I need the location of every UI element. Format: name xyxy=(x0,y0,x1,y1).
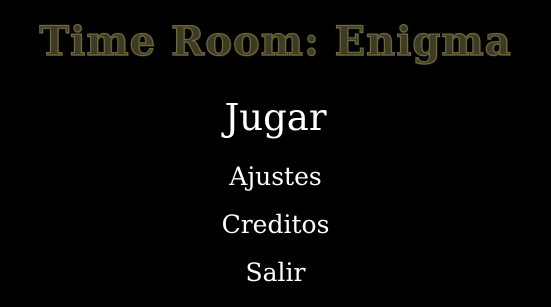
menu-item-play[interactable]: Jugar xyxy=(0,94,551,142)
main-menu-screen: Time Room: Enigma Jugar Ajustes Creditos… xyxy=(0,0,551,307)
menu-item-quit[interactable]: Salir xyxy=(0,256,551,290)
menu-item-credits[interactable]: Creditos xyxy=(0,208,551,242)
game-title: Time Room: Enigma xyxy=(39,17,512,65)
menu-item-settings[interactable]: Ajustes xyxy=(0,160,551,194)
main-menu: Jugar Ajustes Creditos Salir xyxy=(0,88,551,298)
